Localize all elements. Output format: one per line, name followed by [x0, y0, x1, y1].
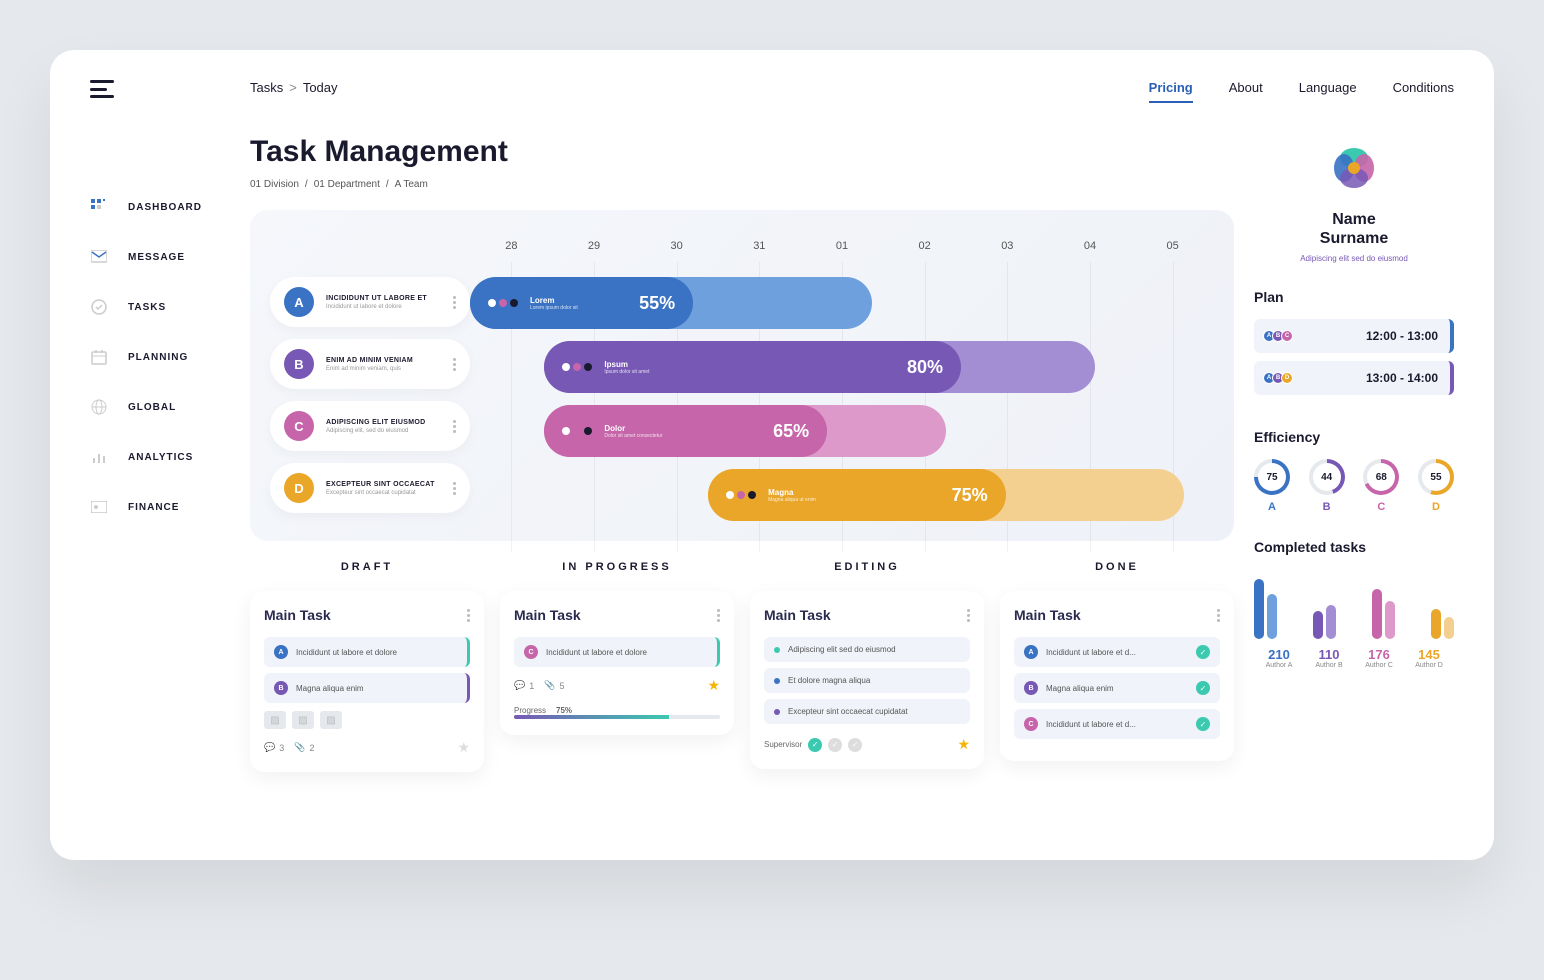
kanban-card-draft[interactable]: Main Task AIncididunt ut labore et dolor… — [250, 591, 484, 772]
star-icon[interactable]: ★ — [957, 736, 970, 753]
list-item[interactable]: CIncididunt ut labore et d...✓ — [1014, 709, 1220, 739]
efficiency-title: Efficiency — [1254, 429, 1454, 445]
gantt-bar[interactable]: LoremLorem ipsum dolor sit 55% — [470, 277, 1214, 329]
list-item[interactable]: AIncididunt ut labore et d...✓ — [1014, 637, 1220, 667]
star-icon[interactable]: ★ — [707, 677, 720, 694]
gantt-task-list: AINCIDIDUNT UT LABORE ETIncididunt ut la… — [270, 277, 470, 521]
kanban-col-progress: IN PROGRESS — [500, 561, 734, 573]
progress-indicator: Progress 75% — [514, 706, 720, 715]
bars-icon — [90, 448, 108, 466]
supervisor-row: Supervisor ✓ ✓ ✓ ★ — [764, 736, 970, 753]
kanban-board: DRAFT Main Task AIncididunt ut labore et… — [250, 561, 1234, 772]
image-icon: ▨ — [264, 711, 286, 729]
check-icon — [90, 298, 108, 316]
list-item[interactable]: BMagna aliqua enim✓ — [1014, 673, 1220, 703]
efficiency-ring-B: 44B — [1309, 459, 1345, 513]
sidebar: DASHBOARD MESSAGE TASKS PLANNING GLOBAL ANALY… — [90, 198, 230, 516]
list-item[interactable]: Et dolore magna aliqua — [764, 668, 970, 693]
sidebar-item-tasks[interactable]: TASKS — [90, 298, 230, 316]
gantt-task-B[interactable]: BENIM AD MINIM VENIAMEnim ad minim venia… — [270, 339, 470, 389]
calendar-icon — [90, 348, 108, 366]
efficiency-rings: 75A 44B 68C 55D — [1254, 459, 1454, 513]
nav-language[interactable]: Language — [1299, 80, 1357, 103]
plan-item[interactable]: ABD13:00 - 14:00 — [1254, 361, 1454, 395]
page-title: Task Management — [250, 135, 1234, 169]
more-icon[interactable] — [453, 358, 456, 371]
plan-item[interactable]: ABC12:00 - 13:00 — [1254, 319, 1454, 353]
gantt-bars: LoremLorem ipsum dolor sit 55% IpsumIpsu… — [470, 277, 1214, 521]
completed-labels: 210Author A110Author B176Author C145Auth… — [1254, 647, 1454, 669]
menu-icon[interactable] — [90, 80, 114, 98]
more-icon[interactable] — [453, 482, 456, 495]
image-icon: ▨ — [292, 711, 314, 729]
grid-icon — [90, 198, 108, 216]
sub-breadcrumb: 01 Division/01 Department/A Team — [250, 179, 1234, 190]
check-icon: ✓ — [1196, 681, 1210, 695]
card-icon — [90, 498, 108, 516]
kanban-col-draft: DRAFT — [250, 561, 484, 573]
attachments-count[interactable]: 📎 5 — [544, 680, 564, 691]
kanban-card-editing[interactable]: Main Task Adipiscing elit sed do eiusmod… — [750, 591, 984, 769]
kanban-col-editing: EDITING — [750, 561, 984, 573]
globe-icon — [90, 398, 108, 416]
profile-card: NameSurname Adipiscing elit sed do eiusm… — [1254, 140, 1454, 263]
gantt-task-A[interactable]: AINCIDIDUNT UT LABORE ETIncididunt ut la… — [270, 277, 470, 327]
plan-title: Plan — [1254, 289, 1454, 305]
completed-chart — [1254, 569, 1454, 639]
gantt-dates: 282930310102030405 — [470, 240, 1214, 252]
comments-count[interactable]: 💬 3 — [264, 742, 284, 753]
check-icon: ✓ — [1196, 645, 1210, 659]
star-icon[interactable]: ★ — [457, 739, 470, 756]
kanban-col-done: DONE — [1000, 561, 1234, 573]
gantt-bar[interactable]: MagnaMagna aliqua ut enim 75% — [470, 469, 1214, 521]
mail-icon — [90, 248, 108, 266]
more-icon[interactable] — [467, 609, 470, 622]
comments-count[interactable]: 💬 1 — [514, 680, 534, 691]
efficiency-ring-D: 55D — [1418, 459, 1454, 513]
check-icon: ✓ — [1196, 717, 1210, 731]
list-item[interactable]: AIncididunt ut labore et dolore — [264, 637, 470, 667]
more-icon[interactable] — [453, 420, 456, 433]
attachments-thumbs: ▨ ▨ ▨ — [264, 711, 470, 729]
efficiency-ring-A: 75A — [1254, 459, 1290, 513]
nav-about[interactable]: About — [1229, 80, 1263, 103]
list-item[interactable]: BMagna aliqua enim — [264, 673, 470, 703]
sidebar-item-dashboard[interactable]: DASHBOARD — [90, 198, 230, 216]
top-nav: Pricing About Language Conditions — [1149, 80, 1454, 103]
nav-pricing[interactable]: Pricing — [1149, 80, 1193, 103]
list-item[interactable]: Adipiscing elit sed do eiusmod — [764, 637, 970, 662]
completed-title: Completed tasks — [1254, 539, 1454, 555]
gantt-panel: 282930310102030405 AINCIDIDUNT UT LABORE… — [250, 210, 1234, 541]
attachments-count[interactable]: 📎 2 — [294, 742, 314, 753]
gantt-task-D[interactable]: DEXCEPTEUR SINT OCCAECATExcepteur sint o… — [270, 463, 470, 513]
sidebar-item-planning[interactable]: PLANNING — [90, 348, 230, 366]
kanban-card-progress[interactable]: Main Task CIncididunt ut labore et dolor… — [500, 591, 734, 735]
more-icon[interactable] — [1217, 609, 1220, 622]
kanban-card-done[interactable]: Main Task AIncididunt ut labore et d...✓… — [1000, 591, 1234, 761]
sidebar-item-message[interactable]: MESSAGE — [90, 248, 230, 266]
list-item[interactable]: CIncididunt ut labore et dolore — [514, 637, 720, 667]
sidebar-item-global[interactable]: GLOBAL — [90, 398, 230, 416]
efficiency-ring-C: 68C — [1363, 459, 1399, 513]
list-item[interactable]: Excepteur sint occaecat cupidatat — [764, 699, 970, 724]
more-icon[interactable] — [967, 609, 970, 622]
breadcrumb: Tasks>Today — [250, 80, 1234, 95]
sidebar-item-analytics[interactable]: ANALYTICS — [90, 448, 230, 466]
gantt-task-C[interactable]: CADIPISCING ELIT EIUSMODAdipiscing elit,… — [270, 401, 470, 451]
image-icon: ▨ — [320, 711, 342, 729]
gantt-bar[interactable]: DolorDolor sit amet consectetur 65% — [470, 405, 1214, 457]
more-icon[interactable] — [717, 609, 720, 622]
gantt-bar[interactable]: IpsumIpsum dolor sit amet 80% — [470, 341, 1214, 393]
nav-conditions[interactable]: Conditions — [1393, 80, 1454, 103]
profile-logo-icon — [1326, 140, 1382, 196]
more-icon[interactable] — [453, 296, 456, 309]
sidebar-item-finance[interactable]: FINANCE — [90, 498, 230, 516]
